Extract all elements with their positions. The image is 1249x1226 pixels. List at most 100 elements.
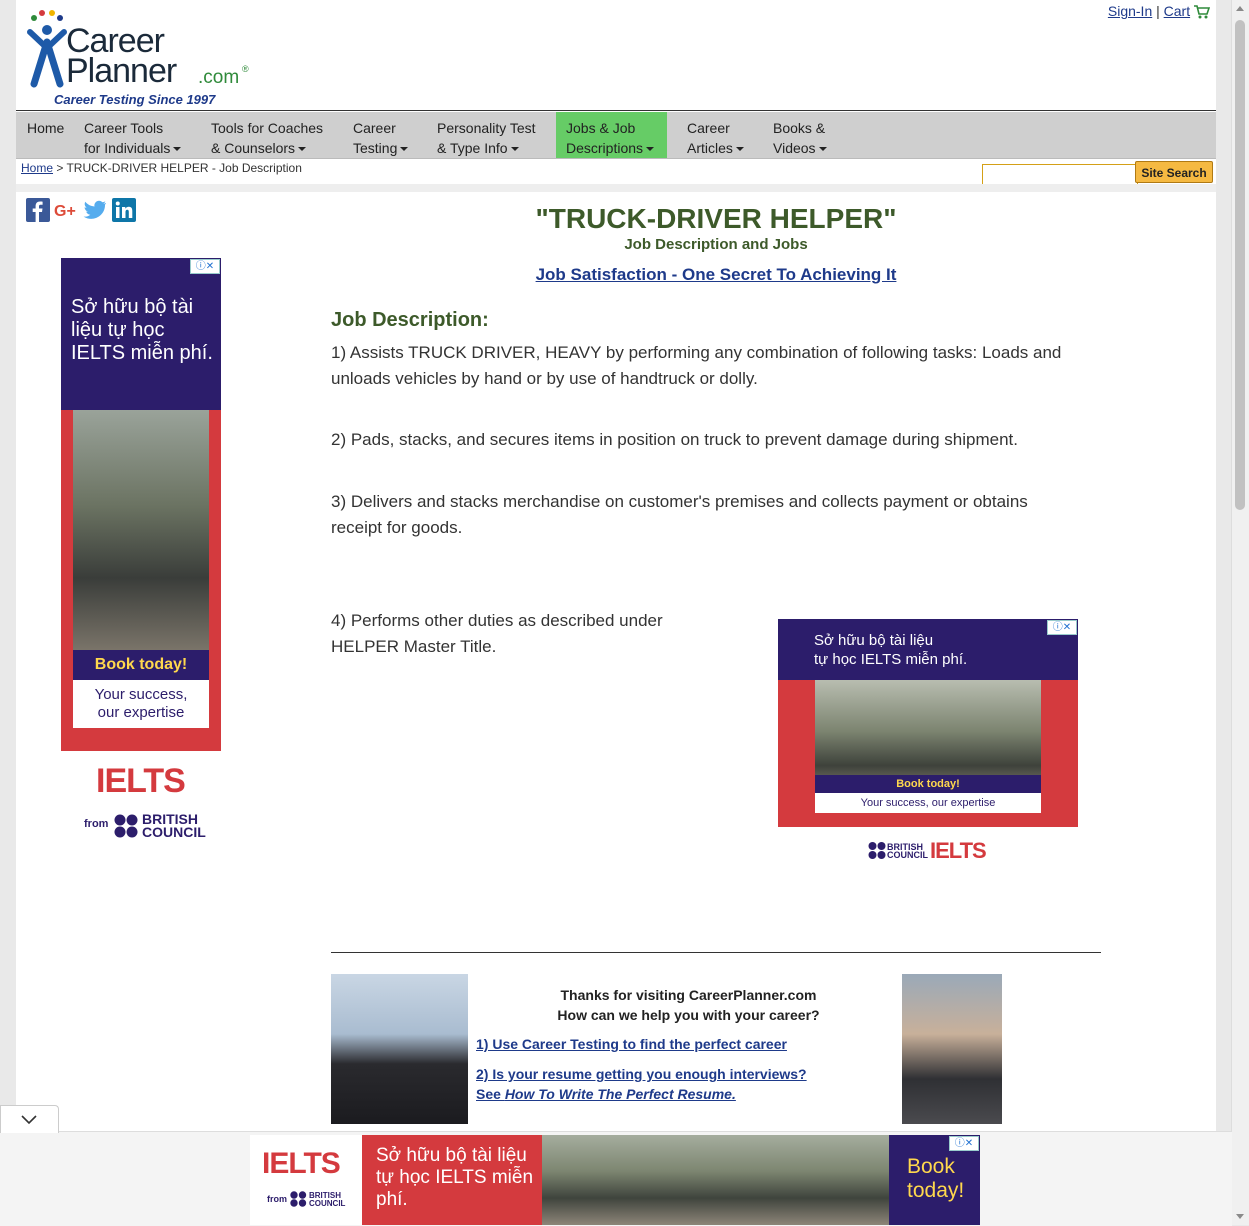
ad-tagline-line: our expertise (97, 704, 185, 721)
ad-from-text: from (84, 818, 109, 830)
ielts-logo: IELTS (262, 1147, 341, 1180)
collapse-ad-button[interactable] (0, 1105, 59, 1133)
chevron-down-icon (21, 1115, 37, 1125)
content-divider (331, 952, 1101, 953)
breadcrumb-current: > TRUCK-DRIVER HELPER - Job Description (53, 161, 302, 175)
breadcrumb: Home > TRUCK-DRIVER HELPER - Job Descrip… (21, 161, 302, 175)
resume-interviews-link[interactable]: 2) Is your resume getting you enough int… (476, 1066, 807, 1082)
thanks-message: Thanks for visiting CareerPlanner.com Ho… (476, 985, 901, 1025)
ad-tagline: Your success, our expertise (73, 680, 209, 728)
breadcrumb-home-link[interactable]: Home (21, 161, 53, 175)
thanks-line: Thanks for visiting CareerPlanner.com (560, 987, 817, 1003)
search-input[interactable] (982, 164, 1138, 185)
ad-headline: Sở hữu bộ tài liệu tự học IELTS miễn phí… (71, 296, 213, 364)
ad-headline-line: Sở hữu bộ tài liệu (814, 632, 934, 649)
link-prefix: See (476, 1086, 505, 1102)
british-council-text: BRITISH COUNCIL (309, 1192, 345, 1208)
scroll-down-arrow-icon[interactable] (1236, 1214, 1244, 1219)
nav-item-career-testing[interactable]: Career Testing (346, 112, 431, 158)
nav-label: Articles (687, 140, 733, 156)
signin-link[interactable]: Sign-In (1108, 3, 1152, 19)
page-title: "TRUCK-DRIVER HELPER" (535, 203, 897, 234)
nav-item-personality-test[interactable]: Personality Test & Type Info (431, 112, 556, 158)
chevron-down-icon (400, 147, 409, 151)
nav-label: & Type Info (437, 140, 508, 156)
resume-guide-link[interactable]: See How To Write The Perfect Resume. (476, 1086, 736, 1102)
chevron-down-icon (646, 147, 655, 151)
adchoices-close-icon[interactable]: ⓘ✕ (949, 1136, 979, 1151)
nav-label: Testing (353, 140, 398, 156)
nav-item-jobs-descriptions[interactable]: Jobs & Job Descriptions (556, 112, 667, 158)
british-council-text: BRITISH COUNCIL (142, 812, 206, 840)
page: Career Planner .com ® Career Testing Sin… (16, 0, 1216, 1225)
nav-label: Career Tools (84, 120, 164, 136)
ad-students-photo (73, 410, 209, 650)
logo-registered-mark: ® (242, 64, 249, 74)
career-testing-link[interactable]: 1) Use Career Testing to find the perfec… (476, 1036, 787, 1052)
thanks-line: How can we help you with your career? (557, 1007, 820, 1023)
british-council-dots-icon (114, 814, 138, 838)
chevron-down-icon (298, 147, 307, 151)
duty-paragraph: 2) Pads, stacks, and secures items in po… (331, 430, 1018, 449)
adchoices-close-icon[interactable]: ⓘ✕ (190, 259, 220, 274)
logo-planner-text: Planner (66, 52, 177, 90)
nav-label: Descriptions (566, 140, 644, 156)
nav-label: Books & (773, 120, 826, 136)
link-italic-text: How To Write The Perfect Resume. (504, 1086, 736, 1102)
nav-item-books-videos[interactable]: Books & Videos (764, 112, 854, 158)
site-search-button[interactable]: Site Search (1135, 161, 1213, 183)
nav-label: Tools for Coaches (211, 120, 324, 136)
business-people-photo (331, 974, 468, 1124)
bc-line: COUNCIL (142, 824, 206, 840)
bc-line: COUNCIL (309, 1199, 346, 1208)
nav-item-career-tools[interactable]: Career Tools for Individuals (78, 112, 204, 158)
cart-link[interactable]: Cart (1164, 3, 1190, 19)
ad-headline-line: tự học IELTS miễn phí. (814, 651, 968, 668)
british-council-dots-icon (290, 1191, 307, 1207)
ad-headline: Sở hữu bộ tài liệu tự học IELTS miễn phí… (814, 631, 967, 669)
ad-book-today-button[interactable]: Book today! (73, 650, 209, 680)
nav-label: Career (353, 120, 396, 136)
vertical-scrollbar[interactable] (1231, 0, 1249, 1225)
bottom-ielts-ad[interactable]: IELTS from BRITISH COUNCIL Sở hữu bộ tài… (250, 1135, 980, 1225)
left-ielts-ad[interactable]: Sở hữu bộ tài liệu tự học IELTS miễn phí… (61, 258, 221, 751)
main-nav: Home Career Tools for Individuals Tools … (16, 112, 1216, 159)
nav-item-career-articles[interactable]: Career Articles (676, 112, 764, 158)
chevron-down-icon (510, 147, 519, 151)
ad-book-today-button[interactable]: Book today! (815, 775, 1041, 793)
cart-icon[interactable] (1194, 5, 1210, 19)
job-description-heading: Job Description: (331, 309, 489, 331)
scroll-up-arrow-icon[interactable] (1236, 6, 1244, 11)
duty-paragraph: 3) Delivers and stacks merchandise on cu… (331, 492, 1028, 537)
professional-woman-photo (902, 974, 1002, 1124)
linkedin-icon[interactable] (112, 198, 136, 222)
chevron-down-icon (735, 147, 744, 151)
nav-label: & Counselors (211, 140, 296, 156)
facebook-icon[interactable] (26, 198, 50, 222)
link-separator: | (1156, 3, 1160, 19)
ad-from-text: from (267, 1194, 287, 1204)
google-plus-icon[interactable]: G+ (54, 198, 78, 222)
logo-tagline: Career Testing Since 1997 (54, 92, 216, 107)
right-ielts-ad[interactable]: Sở hữu bộ tài liệu tự học IELTS miễn phí… (778, 619, 1078, 827)
british-council-text: BRITISH COUNCIL (887, 843, 928, 860)
scrollbar-thumb[interactable] (1235, 20, 1245, 510)
nav-label: Jobs & Job (566, 120, 636, 136)
chevron-down-icon (173, 147, 182, 151)
duty-paragraph: 1) Assists TRUCK DRIVER, HEAVY by perfor… (331, 343, 1062, 388)
adchoices-close-icon[interactable]: ⓘ✕ (1047, 620, 1077, 635)
ielts-logo: IELTS (930, 838, 987, 863)
svg-text:G+: G+ (54, 203, 76, 220)
duty-paragraph: 4) Performs other duties as described un… (331, 611, 663, 656)
ad-tagline: Your success, our expertise (815, 793, 1041, 813)
nav-item-home[interactable]: Home (16, 112, 78, 158)
ad-headline: Sở hữu bộ tài liệu tự học IELTS miễn phí… (362, 1135, 542, 1225)
job-satisfaction-link[interactable]: Job Satisfaction - One Secret To Achievi… (331, 265, 1101, 285)
nav-item-tools-for-coaches[interactable]: Tools for Coaches & Counselors (204, 112, 346, 158)
twitter-icon[interactable] (83, 198, 107, 222)
account-links: Sign-In | Cart (1108, 3, 1210, 19)
careerplanner-logo[interactable]: Career Planner .com ® Career Testing Sin… (26, 8, 266, 108)
logo-dotcom-text: .com (198, 67, 240, 88)
ad-students-photo (542, 1135, 889, 1225)
ad-tagline-line: Your success, (94, 686, 188, 703)
